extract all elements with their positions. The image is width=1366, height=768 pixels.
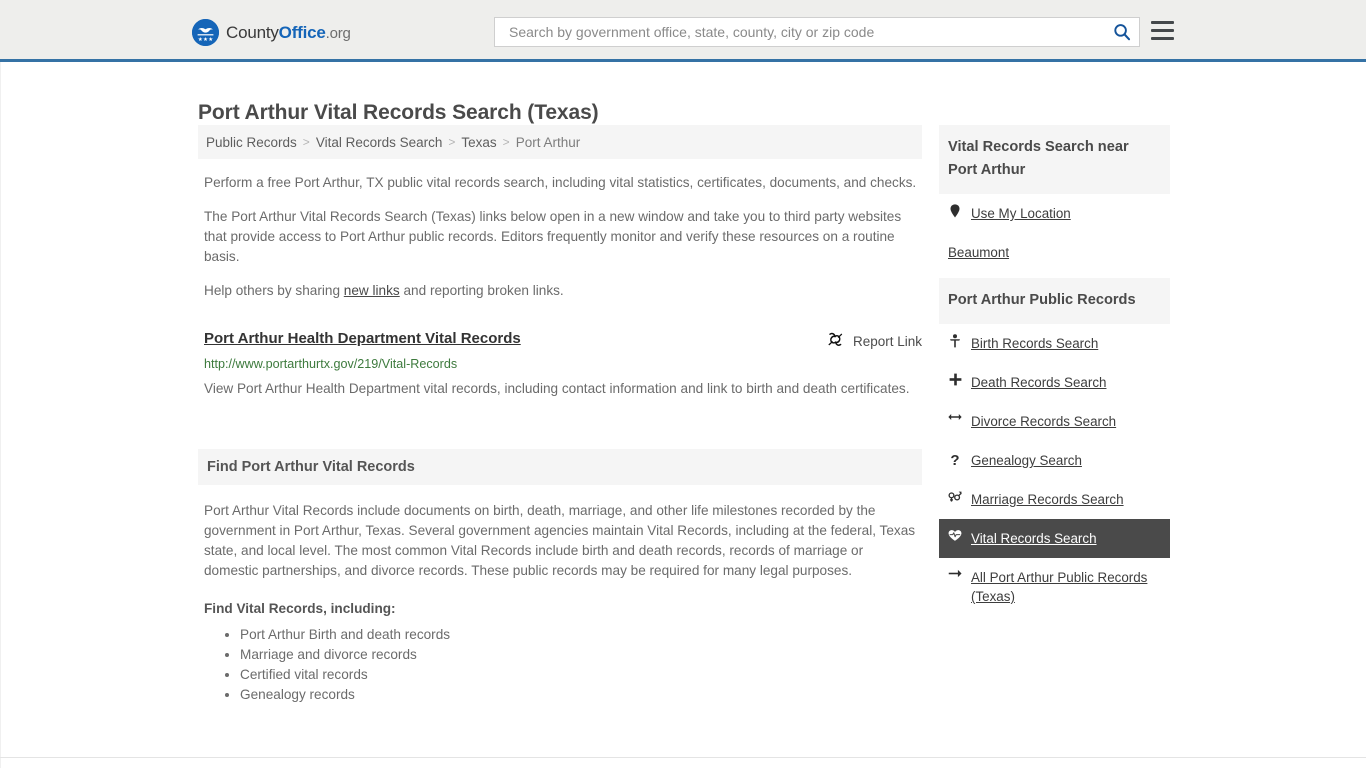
footer-divider bbox=[0, 757, 1366, 758]
breadcrumb-item-vital-records-search[interactable]: Vital Records Search bbox=[316, 135, 443, 150]
result-description: View Port Arthur Health Department vital… bbox=[204, 381, 910, 396]
sidebar-item-genealogy-search[interactable]: ? Genealogy Search bbox=[939, 441, 1170, 480]
sidebar-item-label: Death Records Search bbox=[971, 375, 1107, 390]
breadcrumb-separator: > bbox=[502, 135, 510, 149]
list-item: All Port Arthur Public Records (Texas) bbox=[939, 558, 1170, 616]
intro-paragraph-2: The Port Arthur Vital Records Search (Te… bbox=[204, 209, 902, 264]
sidebar-item-death-records-search[interactable]: Death Records Search bbox=[939, 363, 1170, 402]
result-item: Port Arthur Health Department Vital Reco… bbox=[204, 330, 922, 402]
baby-icon bbox=[948, 334, 962, 348]
public-records-list: Birth Records Search Death Records Searc… bbox=[939, 324, 1170, 616]
search-input[interactable] bbox=[507, 23, 1113, 41]
hamburger-bar bbox=[1151, 29, 1174, 32]
sidebar-item-beaumont[interactable]: Beaumont bbox=[939, 233, 1170, 272]
share-text-before: Help others by sharing bbox=[204, 283, 344, 298]
sidebar-item-all-public-records[interactable]: All Port Arthur Public Records (Texas) bbox=[939, 558, 1170, 616]
menu-button[interactable] bbox=[1151, 21, 1174, 40]
hamburger-bar bbox=[1151, 21, 1174, 24]
map-pin-icon bbox=[948, 204, 962, 218]
heartbeat-icon bbox=[948, 529, 962, 542]
logo-wordmark: CountyOffice.org bbox=[226, 23, 351, 43]
sidebar-item-label: Use My Location bbox=[971, 206, 1071, 221]
main-column: Public Records > Vital Records Search > … bbox=[198, 125, 922, 705]
logo-text-org: .org bbox=[325, 24, 351, 42]
list-item: ? Genealogy Search bbox=[939, 441, 1170, 480]
site-header: CountyOffice.org bbox=[0, 0, 1366, 62]
nearby-search-card: Vital Records Search near Port Arthur Us… bbox=[939, 125, 1170, 272]
logo-text-county: County bbox=[226, 22, 279, 42]
intro-paragraph-1: Perform a free Port Arthur, TX public vi… bbox=[204, 175, 917, 190]
breadcrumb-item-port-arthur: Port Arthur bbox=[515, 134, 581, 150]
sidebar-item-birth-records-search[interactable]: Birth Records Search bbox=[939, 324, 1170, 363]
venus-mars-icon bbox=[948, 490, 962, 503]
sidebar-item-vital-records-search[interactable]: Vital Records Search bbox=[939, 519, 1170, 558]
logo-text-office: Office bbox=[278, 22, 326, 42]
arrows-split-icon bbox=[948, 412, 962, 422]
nearby-search-list: Use My Location Beaumont bbox=[939, 194, 1170, 272]
question-mark-icon: ? bbox=[950, 452, 960, 469]
nearby-search-heading: Vital Records Search near Port Arthur bbox=[939, 125, 1170, 194]
list-item: Vital Records Search bbox=[939, 519, 1170, 558]
page-root: CountyOffice.org Port Arthur Vital Recor… bbox=[0, 0, 1366, 768]
breadcrumb: Public Records > Vital Records Search > … bbox=[198, 125, 922, 159]
new-links-link[interactable]: new links bbox=[344, 283, 400, 298]
page-title: Port Arthur Vital Records Search (Texas) bbox=[198, 101, 599, 125]
list-item: Marriage Records Search bbox=[939, 480, 1170, 519]
breadcrumb-separator: > bbox=[448, 135, 456, 149]
list-item: Death Records Search bbox=[939, 363, 1170, 402]
result-header-row: Port Arthur Health Department Vital Reco… bbox=[204, 330, 922, 350]
sidebar-item-label: Genealogy Search bbox=[971, 453, 1082, 468]
result-url: http://www.portarthurtx.gov/219/Vital-Re… bbox=[204, 357, 458, 371]
result-title-link[interactable]: Port Arthur Health Department Vital Reco… bbox=[204, 330, 521, 347]
sidebar-item-label: Beaumont bbox=[948, 245, 1010, 260]
arrow-right-icon bbox=[948, 568, 962, 579]
public-records-heading: Port Arthur Public Records bbox=[939, 278, 1170, 324]
search-bar[interactable] bbox=[494, 17, 1140, 47]
list-item: Birth Records Search bbox=[939, 324, 1170, 363]
sidebar-item-label: Birth Records Search bbox=[971, 336, 1099, 351]
sidebar-item-use-my-location[interactable]: Use My Location bbox=[939, 194, 1170, 233]
list-item: Certified vital records bbox=[240, 665, 922, 685]
site-logo[interactable]: CountyOffice.org bbox=[192, 19, 351, 46]
sidebar-item-label: Divorce Records Search bbox=[971, 414, 1117, 429]
intro-paragraph-3: Help others by sharing new links and rep… bbox=[204, 281, 922, 301]
list-item: Use My Location bbox=[939, 194, 1170, 233]
search-icon[interactable] bbox=[1113, 23, 1131, 41]
list-item: Port Arthur Birth and death records bbox=[240, 625, 922, 645]
sidebar-item-divorce-records-search[interactable]: Divorce Records Search bbox=[939, 402, 1170, 441]
list-item: Divorce Records Search bbox=[939, 402, 1170, 441]
find-section-bullet-list: Port Arthur Birth and death records Marr… bbox=[204, 625, 922, 705]
list-item: Beaumont bbox=[939, 233, 1170, 272]
breadcrumb-item-public-records[interactable]: Public Records bbox=[206, 135, 297, 150]
sidebar-item-marriage-records-search[interactable]: Marriage Records Search bbox=[939, 480, 1170, 519]
sidebar-item-label: All Port Arthur Public Records (Texas) bbox=[971, 570, 1148, 604]
find-section-body: Port Arthur Vital Records include docume… bbox=[204, 503, 916, 578]
broken-link-icon bbox=[827, 332, 844, 350]
find-section-heading: Find Port Arthur Vital Records bbox=[198, 449, 922, 485]
find-section-subheading: Find Vital Records, including: bbox=[204, 601, 396, 616]
eagle-seal-icon bbox=[192, 19, 219, 46]
sidebar-item-label: Vital Records Search bbox=[971, 531, 1097, 546]
share-text-after: and reporting broken links. bbox=[399, 283, 564, 298]
left-edge-rule bbox=[0, 62, 1, 768]
report-link-label: Report Link bbox=[852, 333, 922, 349]
list-item: Marriage and divorce records bbox=[240, 645, 922, 665]
list-item: Genealogy records bbox=[240, 685, 922, 705]
report-link-button[interactable]: Report Link bbox=[827, 330, 922, 350]
sidebar: Vital Records Search near Port Arthur Us… bbox=[939, 125, 1170, 616]
sidebar-item-label: Marriage Records Search bbox=[971, 492, 1124, 507]
public-records-card: Port Arthur Public Records Birth Records… bbox=[939, 278, 1170, 616]
hamburger-bar bbox=[1151, 37, 1174, 40]
breadcrumb-item-texas[interactable]: Texas bbox=[461, 135, 496, 150]
breadcrumb-separator: > bbox=[302, 135, 310, 149]
cross-icon bbox=[948, 373, 962, 386]
